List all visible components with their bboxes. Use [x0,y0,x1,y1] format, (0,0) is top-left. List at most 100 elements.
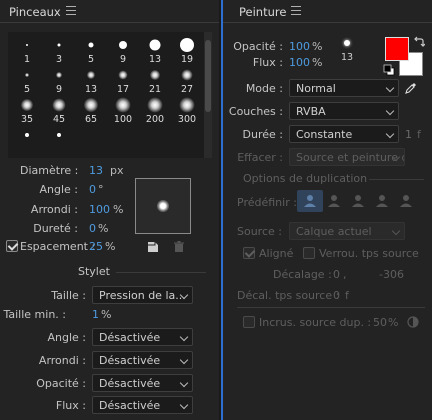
paint-flow-unit: % [312,56,323,69]
preset-label: Prédéfinir : [237,196,297,209]
source-time-offset-value[interactable]: 0 [333,289,340,302]
brush-preset-tip [25,133,29,137]
brush-preset[interactable]: 19 [171,36,203,66]
brush-preset[interactable]: 9 [107,36,139,66]
angle-value[interactable]: 0 [89,183,96,196]
brush-preset[interactable]: 200 [139,96,171,126]
brush-preset[interactable]: 5 [75,36,107,66]
source-time-offset-label: Décal. tps source : [237,289,340,302]
brush-preset-tip [87,71,95,79]
brush-preset[interactable]: 9 [43,66,75,96]
mode-dropdown[interactable]: Normal [289,79,399,97]
erase-dropdown[interactable]: Source et peinture d... [289,148,405,166]
channels-label: Couches : [228,105,283,118]
brushes-panel: Pinceaux 1 3 5 9 13 19 5 9 13 17 21 27 35 45 65 100 200 3… [0,0,219,420]
stylus-angle-dropdown[interactable]: Désactivée [92,328,193,346]
brush-preset-size: 19 [180,54,194,65]
duration-label: Durée : [242,128,283,141]
angle-unit: ° [98,183,104,196]
clone-overlay-value[interactable]: 50 [373,316,387,329]
brush-tip-preview-dot [157,200,169,212]
brush-presets-grid[interactable]: 1 3 5 9 13 19 5 9 13 17 21 27 35 45 65 100 200 300 [8,32,204,158]
new-brush-icon[interactable] [147,241,159,253]
diameter-value[interactable]: 13 [89,164,103,177]
brush-preset[interactable]: 5 [11,66,43,96]
paint-opacity-value[interactable]: 100 [289,40,310,53]
stylus-roundness-dropdown[interactable]: Désactivée [92,351,193,369]
clone-preset-2-icon[interactable] [327,194,341,208]
aligned-checkbox[interactable] [243,247,255,259]
foreground-color-swatch[interactable] [385,37,409,61]
brush-preset-tip [147,97,163,113]
brush-preset[interactable]: 35 [11,96,43,126]
delete-brush-icon[interactable] [173,241,185,253]
channels-dropdown[interactable]: RVBA [289,102,399,120]
swap-colors-icon[interactable] [413,36,425,48]
stylus-opacity-label: Opacité : [36,377,86,390]
brush-preset-size: 13 [148,54,162,65]
source-chevron-down-icon [391,226,401,236]
brush-preset[interactable]: 45 [43,96,75,126]
clone-preset-4-icon[interactable] [375,194,389,208]
size-dropdown[interactable]: Pression de la... [92,286,193,304]
clone-preset-3-icon[interactable] [351,194,365,208]
paint-panel-menu-icon[interactable] [291,6,301,15]
brush-tip-preview [135,178,191,234]
brush-preset[interactable]: 13 [139,36,171,66]
brush-preset[interactable]: 17 [107,66,139,96]
duration-frames-value[interactable]: 1 [405,128,412,141]
spacing-value[interactable]: 25 [89,240,103,253]
paint-tab-title[interactable]: Peinture [239,5,286,19]
brush-preset-tip [119,41,127,49]
brush-preset-size: 5 [87,54,95,65]
brush-preset[interactable]: 27 [171,66,203,96]
brush-preset[interactable]: 300 [171,96,203,126]
brush-preset[interactable]: 3 [43,36,75,66]
brush-preset[interactable]: 1 [11,36,43,66]
brush-grid-scroll-thumb[interactable] [205,40,211,112]
brush-preset-tip [21,99,33,111]
brush-preset-tip [57,133,61,137]
brush-preset[interactable]: 21 [139,66,171,96]
source-label: Source : [237,225,282,238]
roundness-value[interactable]: 100 [89,203,110,216]
offset-x-value[interactable]: 0 [333,268,340,281]
brush-preset[interactable]: 65 [75,96,107,126]
stylus-header: Stylet [78,265,110,278]
offset-y-value[interactable]: -306 [379,268,404,281]
brush-preset-tip [84,98,98,112]
stylus-opacity-chevron-down-icon [179,378,189,388]
lock-source-time-checkbox[interactable] [303,247,315,259]
brush-preset-tip [26,44,28,46]
duration-dropdown[interactable]: Constante [289,125,399,143]
channels-chevron-down-icon [385,106,395,116]
clone-preset-1-icon [304,195,316,207]
min-size-unit: % [101,308,112,321]
spacing-checkbox[interactable] [6,240,18,252]
brush-preset-tip [118,70,128,80]
brush-preset[interactable] [11,126,43,156]
brush-tip-thumbnail[interactable] [344,40,350,46]
channels-dropdown-value: RVBA [296,105,326,118]
brush-preset[interactable] [43,126,75,156]
hardness-value[interactable]: 0 [89,222,96,235]
stylus-roundness-dropdown-value: Désactivée [99,354,161,367]
clone-overlay-checkbox[interactable] [243,316,255,328]
min-size-value[interactable]: 1 [92,308,99,321]
brushes-panel-menu-icon[interactable] [66,6,76,15]
brush-tip-size: 13 [341,52,354,63]
brush-preset-size: 21 [148,84,162,95]
brush-preset[interactable]: 13 [75,66,107,96]
difference-mode-icon[interactable] [407,316,419,328]
brushes-tab-title[interactable]: Pinceaux [9,5,61,19]
stylus-flow-dropdown[interactable]: Désactivée [92,396,193,414]
source-dropdown[interactable]: Calque actuel [289,222,405,240]
stylus-opacity-dropdown[interactable]: Désactivée [92,374,193,392]
default-colors-icon[interactable] [383,64,395,76]
clone-preset-5-icon[interactable] [399,194,413,208]
eyedropper-icon[interactable] [405,82,417,94]
duration-frames-unit: f [417,128,421,141]
paint-flow-value[interactable]: 100 [289,56,310,69]
brush-preset[interactable]: 100 [107,96,139,126]
erase-dropdown-value: Source et peinture d... [296,151,404,164]
